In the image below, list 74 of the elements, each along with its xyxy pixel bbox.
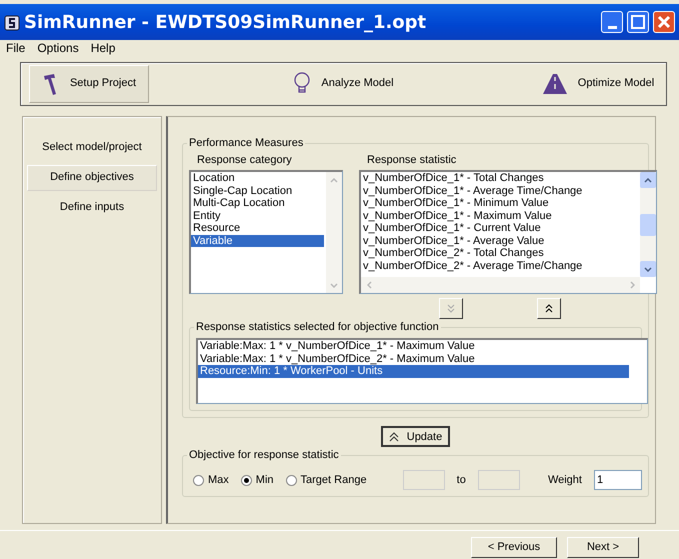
radio-option[interactable]: Min — [240, 474, 274, 487]
weight-field[interactable]: 1 — [594, 470, 642, 490]
list-label: Response category — [197, 154, 293, 166]
range-to-field[interactable] — [478, 470, 520, 490]
radio-option[interactable]: Target Range — [286, 474, 367, 487]
chevron-up-icon — [644, 178, 652, 183]
maximize-icon — [628, 12, 648, 32]
group-title: Objective for response statistic — [187, 449, 341, 462]
list-item[interactable]: Single-Cap Location — [191, 184, 324, 198]
list-item[interactable]: Location — [191, 172, 324, 185]
double-chevron-up-icon — [545, 304, 553, 314]
previous-button[interactable]: < Previous — [471, 536, 557, 558]
minimize-icon — [608, 26, 616, 28]
sidebar-item[interactable]: Define objectives — [27, 164, 157, 191]
menu-item[interactable]: File — [0, 40, 32, 56]
close-button[interactable] — [653, 11, 675, 33]
toolbar-tab[interactable]: Optimize Model — [538, 64, 658, 103]
toolbar-label: Setup Project — [70, 77, 136, 90]
horizontal-scrollbar[interactable] — [361, 277, 640, 294]
list-item[interactable]: v_NumberOfDice_1* - Average Value — [361, 234, 638, 248]
list-item[interactable]: v_NumberOfDice_1* - Average Time/Change — [361, 184, 638, 198]
minimize-button[interactable] — [601, 11, 623, 33]
scroll-up-button[interactable] — [640, 172, 656, 188]
group-title: Performance Measures — [187, 136, 306, 150]
toolbar-tab[interactable]: Setup Project — [29, 64, 149, 103]
list-item[interactable]: v_NumberOfDice_1* - Maximum Value — [361, 210, 638, 222]
chevron-left-icon — [366, 281, 372, 290]
list-item[interactable]: v_NumberOfDice_1* - Current Value — [361, 222, 638, 235]
list-item[interactable]: Variable — [191, 234, 324, 248]
list-item[interactable]: Resource:Min: 1 * WorkerPool - Units — [198, 365, 629, 378]
double-chevron-down-icon — [447, 304, 455, 314]
radio-option[interactable]: Max — [193, 474, 229, 487]
list-item[interactable]: v_NumberOfDice_2* - Total Changes — [361, 247, 638, 260]
toolbar-tab[interactable]: Analyze Model — [284, 64, 404, 103]
menu-item[interactable]: Options — [31, 40, 85, 56]
scroll-thumb[interactable] — [640, 214, 656, 236]
remove-button[interactable] — [537, 298, 561, 320]
chevron-up-icon — [330, 178, 338, 183]
sidebar-item[interactable]: Define inputs — [27, 194, 157, 221]
vertical-scrollbar[interactable] — [640, 172, 656, 278]
chevron-down-icon — [330, 282, 338, 288]
list-item[interactable]: v_NumberOfDice_2* - Average Time/Change — [361, 260, 638, 272]
maximize-button[interactable] — [627, 11, 649, 33]
radio-button[interactable] — [286, 474, 297, 486]
list-item[interactable]: Variable:Max: 1 * v_NumberOfDice_2* - Maximum Value — [198, 352, 629, 366]
toolbar-label: Analyze Model — [321, 77, 394, 90]
list-item[interactable]: Resource — [191, 222, 324, 235]
chevron-down-icon — [644, 266, 652, 272]
radio-label: Max — [208, 474, 229, 487]
sidebar-item[interactable]: Select model/project — [27, 134, 157, 161]
chevron-right-icon — [630, 281, 634, 290]
toolbar-label: Optimize Model — [578, 77, 654, 90]
radio-label: Min — [256, 474, 274, 487]
scroll-down-button[interactable] — [640, 261, 656, 278]
next-button[interactable]: Next > — [567, 536, 639, 558]
radio-button[interactable] — [193, 474, 204, 486]
window-title: SimRunner - EWDTS09SimRunner_1.opt — [24, 12, 428, 32]
list-item[interactable]: Multi-Cap Location — [191, 197, 324, 210]
chevrons-up-icon — [388, 430, 399, 444]
update-button[interactable]: Update — [380, 426, 450, 448]
radio-button[interactable] — [240, 474, 252, 486]
vertical-scrollbar[interactable] — [326, 172, 342, 294]
list-label: Response statistic — [367, 154, 458, 166]
group-title: Response statistics selected for objective function — [194, 321, 441, 334]
to-label: to — [456, 474, 466, 487]
range-from-field[interactable] — [402, 470, 445, 490]
list-item[interactable]: v_NumberOfDice_1* - Total Changes — [361, 172, 638, 185]
list-item[interactable]: Variable:Max: 1 * v_NumberOfDice_1* - Maximum Value — [198, 340, 629, 353]
road-icon — [542, 72, 568, 95]
menu-item[interactable]: Help — [84, 40, 122, 56]
weight-label: Weight — [548, 474, 582, 487]
list-item[interactable]: v_NumberOfDice_1* - Minimum Value — [361, 197, 638, 210]
radio-label: Target Range — [300, 474, 367, 487]
list-item[interactable]: Entity — [191, 210, 324, 222]
